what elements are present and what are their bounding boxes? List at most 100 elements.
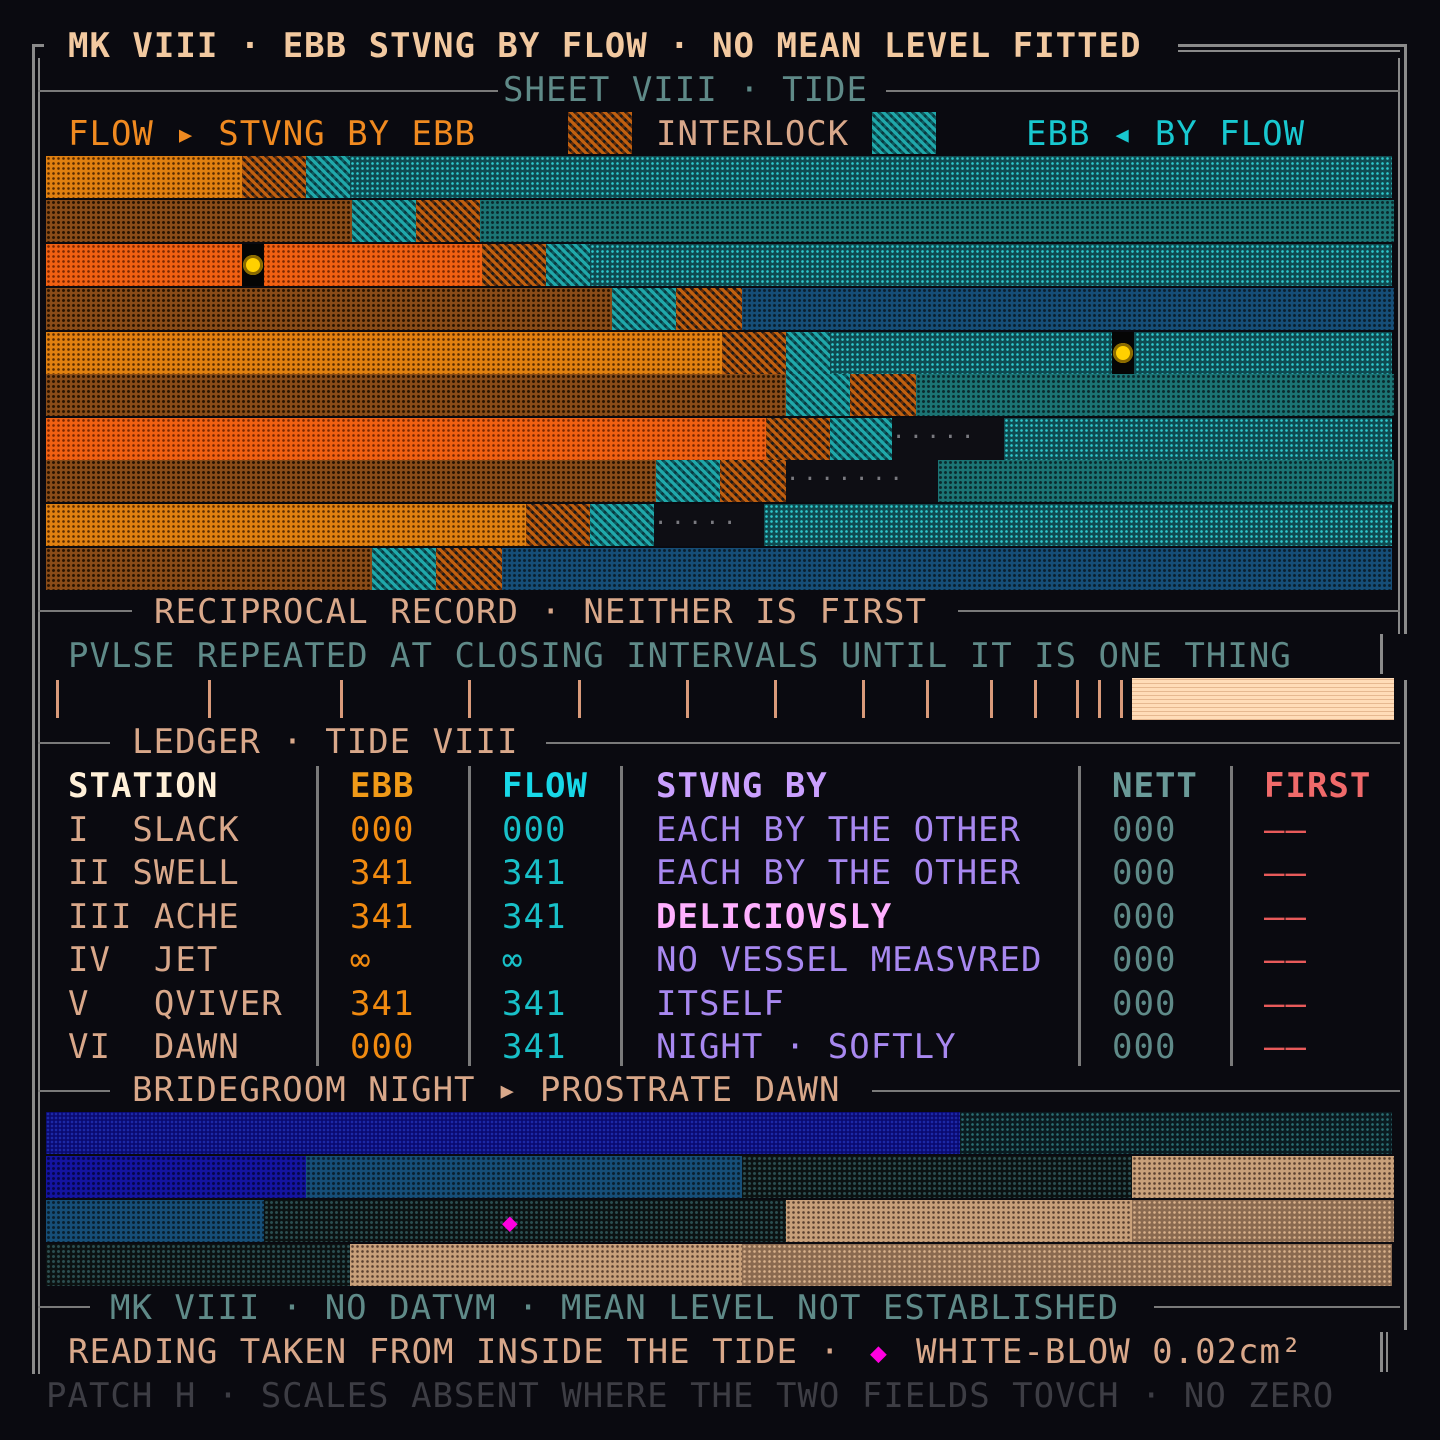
frame-reading-end-2 [1386, 1332, 1388, 1372]
flow-bar [46, 374, 786, 416]
flow-bar [46, 460, 656, 502]
pulse-tick [774, 680, 777, 718]
flow-cell: ∞ [502, 940, 524, 980]
dawn-bar [264, 1200, 786, 1242]
ebb-bar [480, 200, 1394, 242]
interlock-bar [242, 156, 306, 198]
stvng-cell: NO VESSEL MEASVRED [656, 940, 1043, 980]
first-cell: —— [1264, 984, 1307, 1024]
frame-right-inner [1398, 58, 1400, 634]
dawn-bar [742, 1156, 1132, 1198]
dawn-bar [960, 1112, 1392, 1154]
bridegroom-rule-right [872, 1090, 1400, 1092]
dawn-bar [46, 1244, 350, 1286]
reading-text: READING TAKEN FROM INSIDE THE TIDE · [68, 1332, 841, 1372]
nett-cell: 000 [1112, 984, 1177, 1024]
legend-ebb: EBB ◂ BY FLOW [1026, 114, 1306, 154]
frame-right-outer [1404, 44, 1407, 634]
footer-rule-left [38, 1306, 90, 1308]
nett-cell: 000 [1112, 853, 1177, 893]
reciprocal-caption: PVLSE REPEATED AT CLOSING INTERVALS UNTI… [68, 636, 1292, 676]
column-divider [468, 766, 471, 1066]
reciprocal-rule-right [958, 610, 1400, 612]
pulse-tick [468, 680, 471, 718]
frame-caption-end [1380, 634, 1383, 674]
interlock-bar [722, 332, 786, 374]
flow-bar [46, 418, 766, 460]
interlock-bar [850, 374, 916, 416]
ebb-cell: 341 [350, 984, 415, 1024]
first-cell: —— [1264, 1027, 1307, 1067]
dawn-bar [350, 1244, 742, 1286]
frame-top-right [1178, 44, 1407, 47]
nett-cell: 000 [1112, 940, 1177, 980]
ebb-bar [590, 244, 1392, 286]
column-divider [1230, 766, 1233, 1066]
frame-right-lower [1404, 680, 1407, 1330]
ebb-cell: ∞ [350, 940, 372, 980]
legend-flow: FLOW ▸ STVNG BY EBB [68, 114, 476, 154]
pulse-tick [56, 680, 59, 718]
nett-cell: 000 [1112, 810, 1177, 850]
station-cell: III ACHE [68, 897, 240, 937]
flow-cell: 341 [502, 853, 567, 893]
ebb-cell: 000 [350, 1027, 415, 1067]
ledger-rule-left [38, 742, 110, 744]
frame-corner [32, 44, 44, 47]
ebb-bar [350, 156, 1392, 198]
ebb-bar [938, 460, 1394, 502]
bridegroom-rule-left [38, 1090, 110, 1092]
legend-swatch-flow [568, 112, 632, 154]
legend-swatch-ebb [872, 112, 936, 154]
sheet-label: SHEET VIII · TIDE [503, 70, 868, 110]
interlock-bar [436, 548, 502, 590]
gap-bar: ····· [654, 504, 764, 546]
column-divider [620, 766, 623, 1066]
pulse-solid-bar [1132, 678, 1394, 720]
sheet-rule-right [886, 90, 1400, 92]
interlock-bar [786, 374, 850, 416]
white-blow-label: WHITE-BLOW 0.02cm² [916, 1332, 1303, 1372]
column-header-nett: NETT [1112, 766, 1198, 806]
pulse-tick [990, 680, 993, 718]
nett-cell: 000 [1112, 1027, 1177, 1067]
frame-top-right-2 [1178, 50, 1400, 52]
station-cell: VI DAWN [68, 1027, 240, 1067]
flow-bar [46, 200, 352, 242]
page-title: MK VIII · EBB STVNG BY FLOW · NO MEAN LE… [68, 26, 1142, 66]
night-bar [46, 1156, 306, 1198]
ebb-cell: 000 [350, 810, 415, 850]
dawn-bar [1132, 1156, 1394, 1198]
pulse-tick [1034, 680, 1037, 718]
first-cell: —— [1264, 897, 1307, 937]
flow-bar [46, 244, 482, 286]
column-divider [316, 766, 319, 1066]
ebb-bar [1004, 418, 1392, 460]
pulse-tick [862, 680, 865, 718]
flow-bar [46, 504, 526, 546]
column-header-flow: FLOW [502, 766, 588, 806]
footer-heading: MK VIII · NO DATVM · MEAN LEVEL NOT ESTA… [110, 1288, 1120, 1328]
pulse-tick [208, 680, 211, 718]
dawn-bar [742, 1244, 1392, 1286]
interlock-bar [546, 244, 590, 286]
night-bar [46, 1112, 960, 1154]
pulse-tick [926, 680, 929, 718]
night-bar [46, 1200, 264, 1242]
bridegroom-heading: BRIDEGROOM NIGHT ▸ PROSTRATE DAWN [132, 1070, 841, 1110]
frame-left-inner [38, 58, 40, 1374]
marker-icon [1112, 332, 1134, 374]
flow-bar [46, 548, 372, 590]
dawn-bar [1132, 1200, 1394, 1242]
gap-bar: ····· [892, 418, 1004, 460]
column-header-stvng: STVNG BY [656, 766, 828, 806]
ebb-cell: 341 [350, 897, 415, 937]
ebb-cell: 341 [350, 853, 415, 893]
station-cell: IV JET [68, 940, 219, 980]
frame-reading-end [1380, 1332, 1383, 1372]
ebb-bar [764, 504, 1392, 546]
gap-bar: ······· [786, 460, 938, 502]
column-header-station: STATION [68, 766, 219, 806]
ledger-rule-right [546, 742, 1400, 744]
first-cell: —— [1264, 853, 1307, 893]
